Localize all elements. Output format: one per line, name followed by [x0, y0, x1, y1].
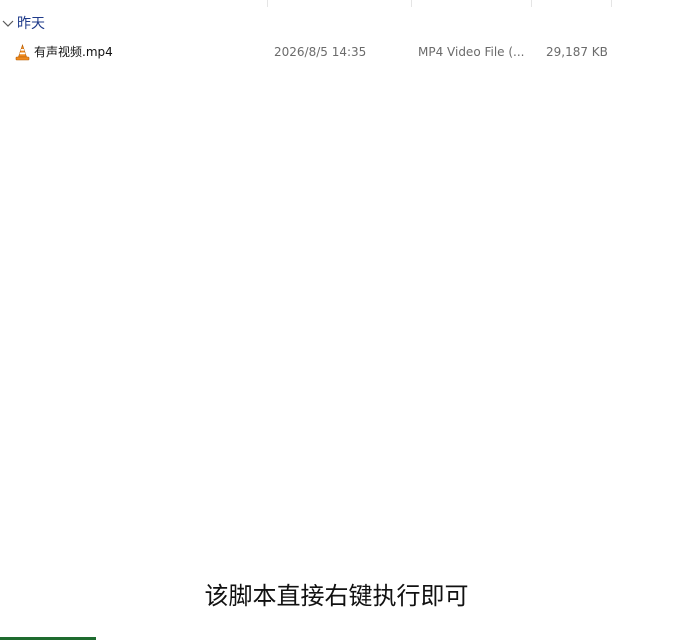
file-date-modified: 2026/8/5 14:35 [274, 45, 367, 59]
column-separator-size-end[interactable] [611, 0, 612, 7]
file-name: 有声视频.mp4 [34, 45, 113, 59]
column-separator-name-date[interactable] [267, 0, 268, 7]
group-label: 昨天 [17, 16, 45, 32]
file-row[interactable]: 有声视频.mp4 2026/8/5 14:35 MP4 Video File (… [0, 41, 673, 63]
column-separator-type-size[interactable] [531, 0, 532, 7]
file-size: 29,187 KB [546, 45, 608, 59]
overlay-caption: 该脚本直接右键执行即可 [204, 582, 469, 610]
column-separator-date-type[interactable] [411, 0, 412, 7]
chevron-down-icon[interactable] [2, 19, 14, 29]
vlc-cone-icon [15, 44, 30, 61]
file-type: MP4 Video File (... [418, 45, 525, 59]
